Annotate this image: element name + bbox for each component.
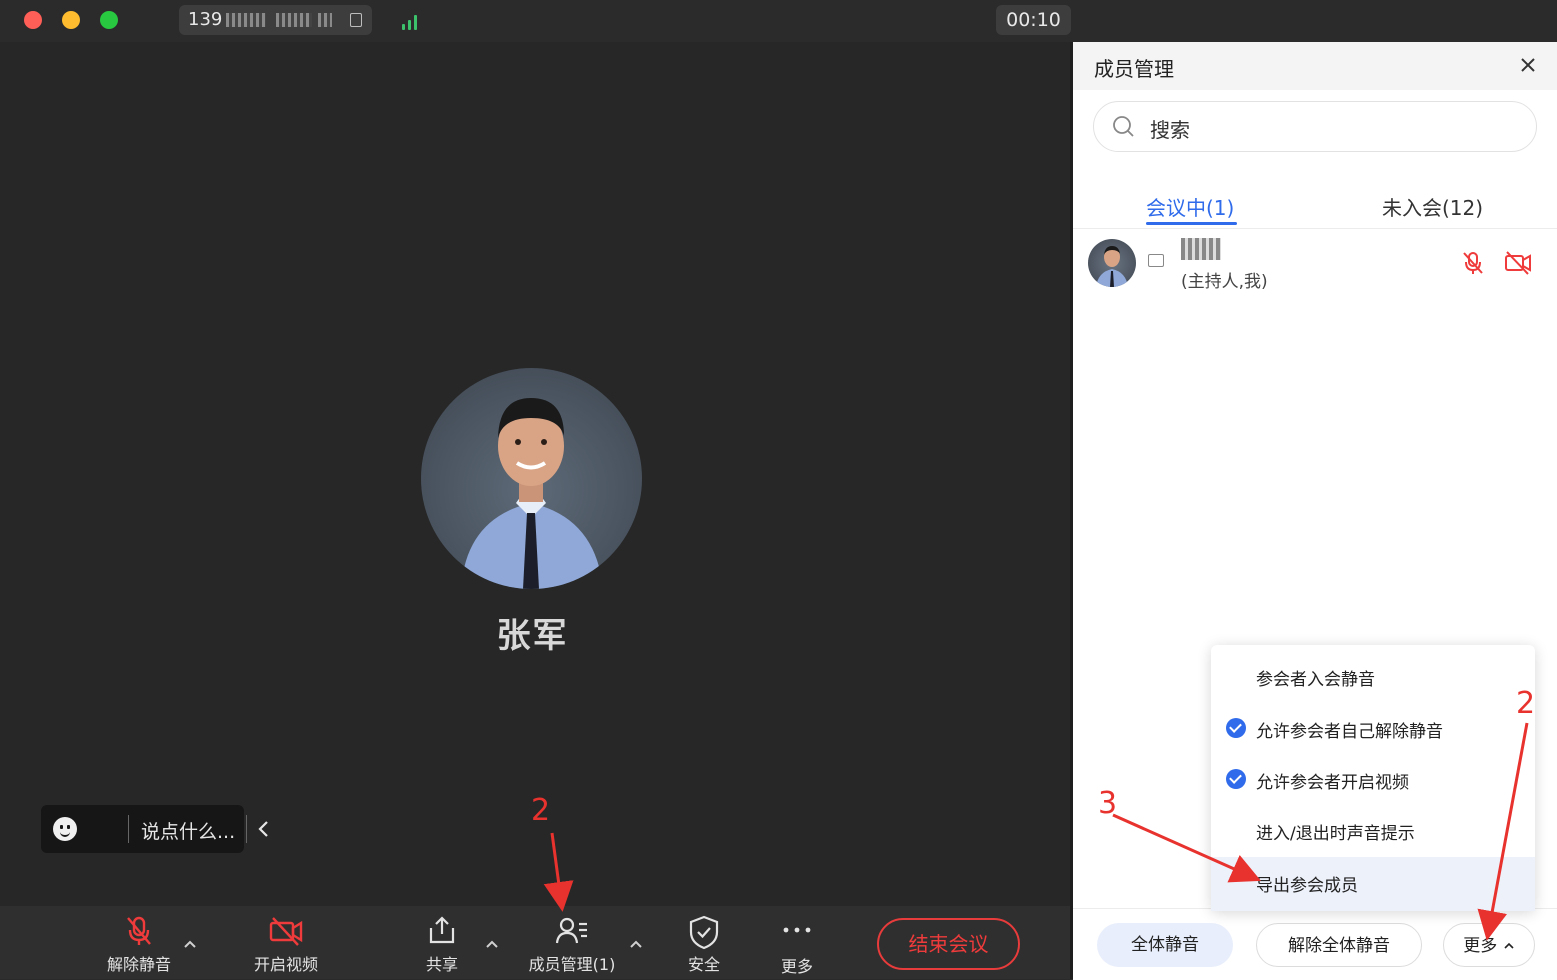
panel-more-button[interactable]: 更多 [1443, 923, 1535, 967]
share-options-chevron-icon[interactable] [484, 936, 500, 952]
unmute-label: 解除静音 [106, 955, 171, 974]
menu-item-allow-self-unmute[interactable]: 允许参会者自己解除静音 [1211, 703, 1535, 754]
video-area: 张军 说点什么... [0, 42, 1070, 906]
close-window-button[interactable] [24, 11, 42, 29]
desktop-device-icon [1148, 254, 1164, 267]
menu-item-allow-video[interactable]: 允许参会者开启视频 [1211, 754, 1535, 805]
maximize-window-button[interactable] [100, 11, 118, 29]
panel-title: 成员管理 [1094, 57, 1174, 81]
chat-placeholder[interactable]: 说点什么... [141, 817, 235, 844]
menu-item-label: 允许参会者自己解除静音 [1256, 722, 1443, 742]
member-management-label: 成员管理(1) [528, 955, 616, 974]
participant-avatar [421, 368, 642, 589]
annotation-step-export: 3 [1098, 786, 1118, 821]
unmute-button[interactable]: 解除静音 [99, 906, 179, 979]
meeting-timer: 00:10 [996, 5, 1071, 35]
close-icon[interactable] [1517, 54, 1539, 76]
panel-more-label: 更多 [1463, 936, 1498, 956]
check-icon [1226, 769, 1246, 789]
menu-item-label: 导出参会成员 [1256, 876, 1358, 896]
menu-item-join-leave-sound[interactable]: 进入/退出时声音提示 [1211, 805, 1535, 856]
mute-all-button[interactable]: 全体静音 [1097, 923, 1233, 967]
member-camera-off-icon[interactable] [1504, 250, 1532, 276]
start-video-label: 开启视频 [253, 955, 318, 974]
participant-name: 张军 [496, 616, 569, 656]
member-management-button[interactable]: 成员管理(1) [522, 906, 622, 979]
members-icon [555, 917, 587, 944]
emoji-icon[interactable] [53, 817, 77, 841]
panel-footer: 全体静音 解除全体静音 更多 [1073, 908, 1557, 980]
member-tabs: 会议中(1) 未入会(12) [1073, 182, 1557, 229]
mic-off-icon [127, 916, 151, 945]
meeting-toolbar: 解除静音 开启视频 共享 成员管理(1) 安全 更多 结束会议 [0, 906, 1070, 979]
meeting-id-display[interactable]: 139 [179, 5, 372, 35]
shield-icon [689, 915, 719, 950]
share-icon [429, 916, 455, 944]
camera-off-icon [269, 917, 303, 946]
member-role: (主持人,我) [1181, 272, 1268, 292]
share-label: 共享 [425, 955, 458, 974]
member-search-input[interactable]: 搜索 [1093, 101, 1537, 152]
member-list-item[interactable]: (主持人,我) [1073, 232, 1557, 294]
unmute-all-button[interactable]: 解除全体静音 [1256, 923, 1422, 967]
search-icon [1113, 116, 1134, 137]
more-dots-icon [783, 927, 811, 933]
collapse-chevron-icon[interactable] [253, 818, 275, 840]
security-button[interactable]: 安全 [678, 906, 730, 979]
member-name [1181, 238, 1221, 260]
more-label: 更多 [780, 957, 813, 976]
chat-input-box[interactable]: 说点什么... [41, 805, 268, 853]
start-video-button[interactable]: 开启视频 [245, 906, 327, 979]
share-button[interactable]: 共享 [412, 906, 472, 979]
more-options-menu: 参会者入会静音 允许参会者自己解除静音 允许参会者开启视频 进入/退出时声音提示… [1211, 645, 1535, 911]
menu-item-label: 参会者入会静音 [1256, 670, 1375, 690]
menu-item-export-members[interactable]: 导出参会成员 [1211, 857, 1535, 911]
audio-options-chevron-icon[interactable] [182, 936, 198, 952]
panel-header: 成员管理 [1073, 42, 1557, 90]
end-meeting-button[interactable]: 结束会议 [877, 918, 1020, 970]
menu-item-label: 进入/退出时声音提示 [1256, 824, 1415, 844]
members-options-chevron-icon[interactable] [628, 936, 644, 952]
member-avatar [1088, 239, 1136, 287]
tab-in-meeting[interactable]: 会议中(1) [1146, 192, 1234, 221]
chevron-up-icon [1504, 942, 1514, 949]
search-placeholder: 搜索 [1150, 118, 1190, 142]
title-bar: 139 00:10 [0, 0, 1557, 42]
annotation-step-toolbar: 2 [531, 793, 551, 828]
annotation-step-more: 2 [1516, 686, 1536, 721]
menu-item-mute-on-entry[interactable]: 参会者入会静音 [1211, 651, 1535, 702]
tab-not-joined[interactable]: 未入会(12) [1382, 192, 1483, 221]
security-label: 安全 [687, 955, 720, 974]
member-mic-off-icon[interactable] [1460, 250, 1486, 276]
minimize-window-button[interactable] [62, 11, 80, 29]
menu-item-label: 允许参会者开启视频 [1256, 773, 1409, 793]
more-button[interactable]: 更多 [771, 906, 823, 979]
active-tab-indicator [1146, 222, 1237, 225]
check-icon [1226, 718, 1246, 738]
meeting-id-text: 139 [188, 9, 223, 30]
copy-icon[interactable] [350, 13, 362, 27]
